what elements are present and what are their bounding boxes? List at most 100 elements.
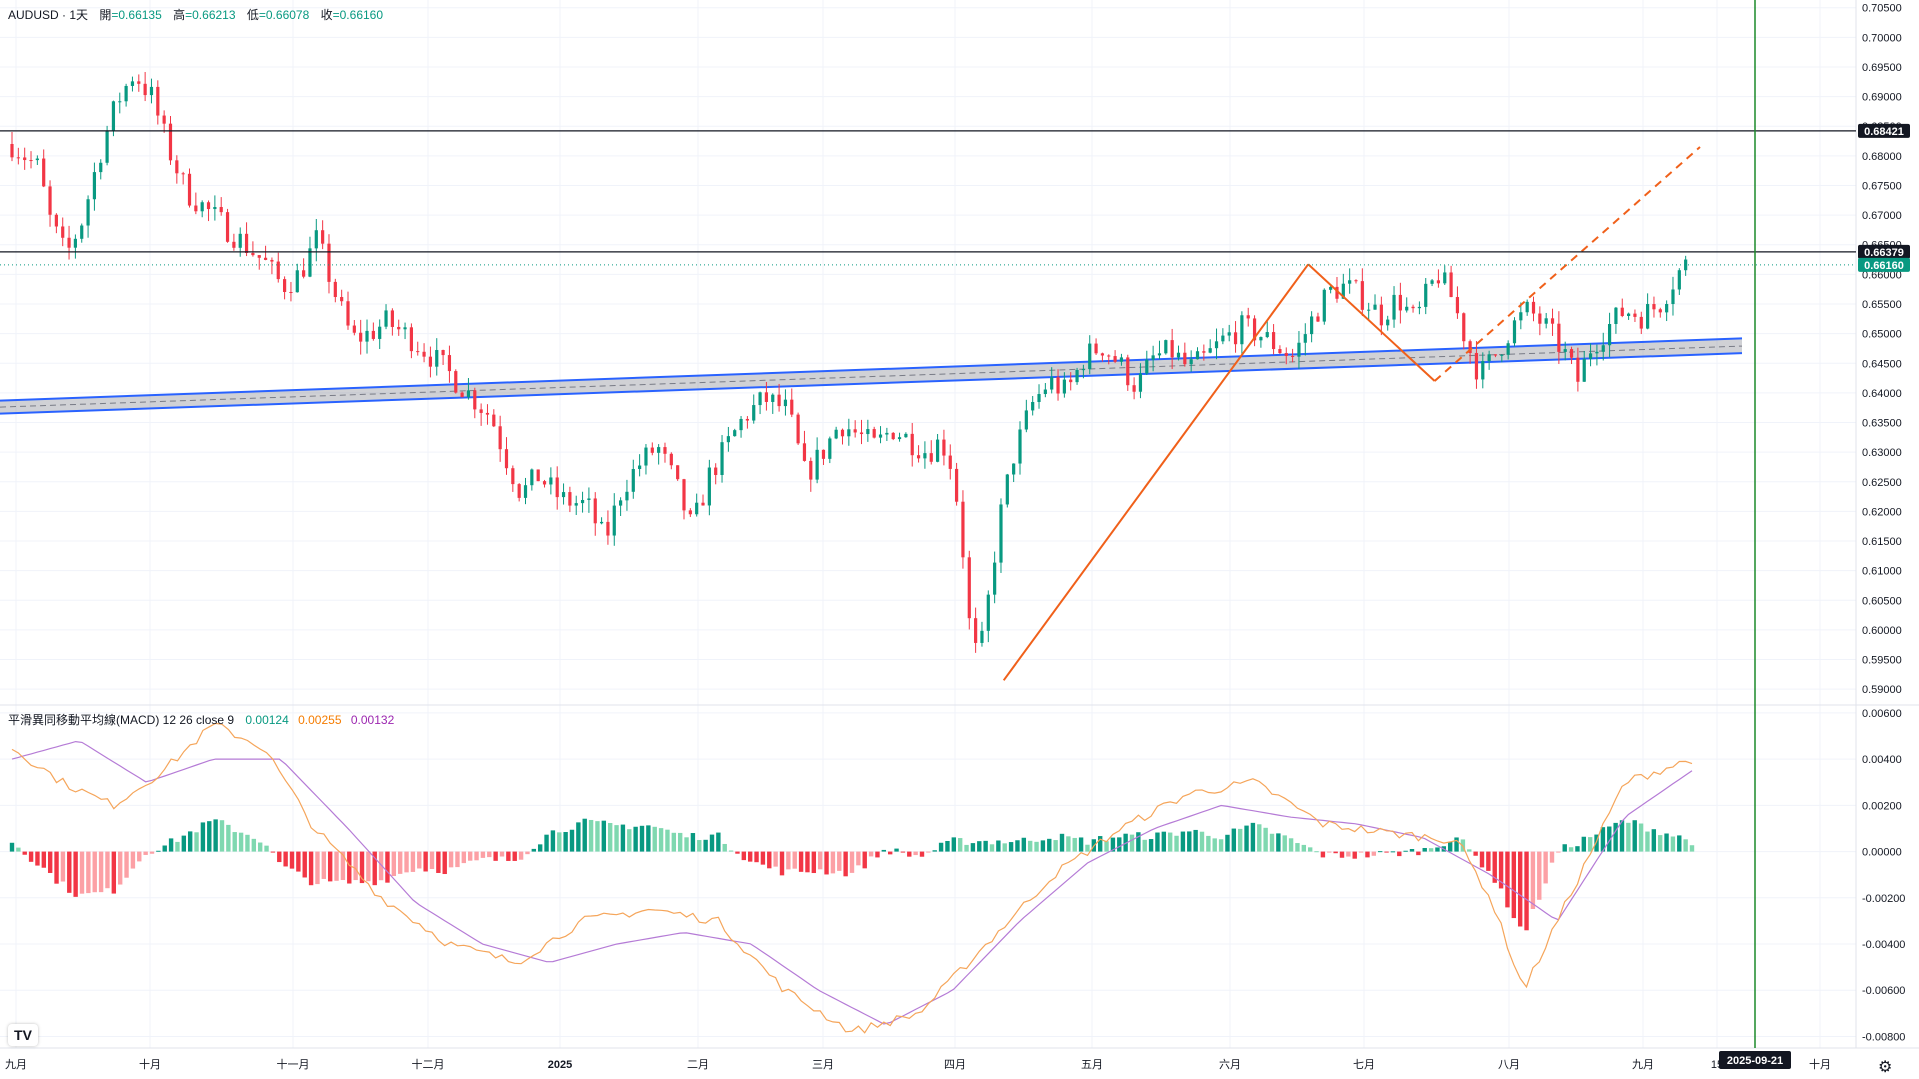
candle-body <box>42 158 46 187</box>
candle-body <box>1607 324 1612 346</box>
macd-histogram-bar <box>35 851 40 866</box>
candle-body <box>504 449 509 469</box>
price-tick-label: 0.63500 <box>1862 418 1902 430</box>
candle-body <box>1291 355 1295 357</box>
candle-body <box>1614 307 1618 325</box>
macd-histogram-bar <box>1677 835 1682 852</box>
macd-histogram-bar <box>1422 847 1427 852</box>
price-and-macd-chart[interactable]: 0.705000.700000.695000.690000.685000.680… <box>0 0 1919 1079</box>
candle <box>796 412 800 445</box>
macd-histogram-bar <box>658 828 664 852</box>
price-tick-label: 0.67500 <box>1862 180 1902 192</box>
time-tick-label: 七月 <box>1353 1058 1375 1071</box>
gear-icon[interactable]: ⚙ <box>1878 1057 1892 1077</box>
candle-body <box>276 261 280 280</box>
candle-body <box>23 157 27 161</box>
candle-body <box>1037 394 1041 402</box>
candle-body <box>638 465 642 470</box>
candle-body <box>295 270 299 293</box>
candle-body <box>61 226 65 238</box>
macd-histogram-bar <box>1397 851 1402 857</box>
candle-body <box>790 399 794 415</box>
macd-histogram-bar <box>22 851 27 855</box>
candle-body <box>1588 353 1593 359</box>
candle-body <box>1398 294 1402 311</box>
candle-body <box>384 310 388 327</box>
macd-histogram-bar <box>1435 847 1440 852</box>
tradingview-logo-icon[interactable]: TV <box>8 1024 38 1046</box>
macd-histogram-bar <box>684 837 689 852</box>
macd-histogram-bar <box>213 819 218 852</box>
candle-body <box>289 291 293 293</box>
candle-body <box>948 455 952 469</box>
macd-histogram-bar <box>1333 851 1338 854</box>
macd-histogram-bar <box>277 851 282 863</box>
macd-histogram-bar <box>773 851 778 867</box>
candle-body <box>479 409 483 413</box>
candle-body <box>1424 283 1428 307</box>
candle-body <box>473 390 477 410</box>
macd-histogram-bar <box>646 825 651 852</box>
candle-body <box>542 481 547 485</box>
candle-body <box>54 214 58 227</box>
candle-body <box>244 233 249 253</box>
candle-body <box>942 439 946 456</box>
level-price-tag: 0.66379 <box>1858 244 1910 259</box>
macd-legend[interactable]: 平滑異同移動平均線(MACD) 12 26 close 9 0.00124 0.… <box>8 711 394 728</box>
candle-body <box>181 173 185 175</box>
candle-body <box>1088 343 1092 370</box>
candle-body <box>1157 353 1162 356</box>
candle-body <box>441 350 445 356</box>
candle-body <box>314 230 318 249</box>
symbol-label[interactable]: AUDUSD · 1天 <box>8 8 88 22</box>
candle-body <box>1259 337 1263 341</box>
candle-body <box>1233 332 1238 345</box>
macd-histogram-bar <box>1237 828 1243 852</box>
macd-histogram-bar <box>627 829 632 852</box>
candle <box>454 369 458 394</box>
macd-histogram-bar <box>1358 851 1364 853</box>
macd-histogram-bar <box>919 851 925 857</box>
macd-histogram-bar <box>588 819 594 852</box>
macd-histogram-bar <box>1059 833 1065 852</box>
candle-body <box>1151 355 1155 360</box>
macd-histogram-bar <box>1015 840 1020 852</box>
macd-histogram-bar <box>321 851 327 879</box>
candle-body <box>916 455 921 459</box>
candle-body <box>771 394 775 402</box>
candle-body <box>1665 304 1669 313</box>
macd-histogram-bar <box>1097 836 1103 852</box>
candle-body <box>466 390 471 398</box>
macd-histogram-bar <box>747 851 753 862</box>
macd-histogram-bar <box>1619 820 1625 852</box>
macd-histogram-bar <box>1206 835 1211 852</box>
candle-body <box>1360 281 1364 310</box>
candle-body <box>511 468 515 485</box>
macd-histogram-bar <box>130 851 136 869</box>
macd-histogram-bar <box>792 851 797 869</box>
macd-tick-label: 0.00600 <box>1862 708 1902 720</box>
candle-body <box>688 510 692 515</box>
macd-histogram-bar <box>474 851 479 861</box>
macd-histogram-bar <box>1288 838 1294 852</box>
macd-histogram-bar <box>1467 849 1472 852</box>
candle-body <box>764 392 769 402</box>
candle-body <box>1119 357 1124 362</box>
candle-body <box>1544 318 1548 324</box>
macd-histogram-bar <box>54 851 59 884</box>
time-tick-label: 十二月 <box>412 1057 445 1071</box>
macd-histogram-bar <box>716 832 721 852</box>
candle-body <box>999 504 1003 563</box>
candle-body <box>35 158 39 161</box>
candle-body <box>1075 369 1079 383</box>
macd-histogram-bar <box>200 822 206 852</box>
candle-body <box>1062 379 1066 394</box>
macd-histogram-bar <box>805 851 810 873</box>
candle <box>955 462 959 506</box>
candle-body <box>118 101 122 103</box>
macd-histogram-bar <box>124 851 129 878</box>
candle-body <box>1449 272 1453 298</box>
candle-body <box>904 433 908 438</box>
open-label: 開 <box>99 8 112 22</box>
price-tick-label: 0.64000 <box>1862 388 1902 400</box>
